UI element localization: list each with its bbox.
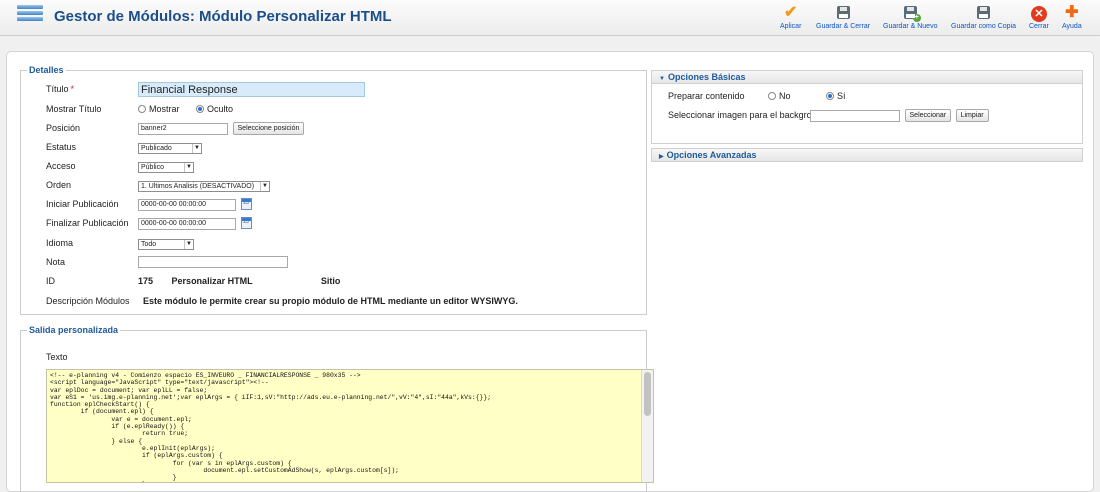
title-label: Título * xyxy=(46,84,75,94)
toolbar: Gestor de Módulos: Módulo Personalizar H… xyxy=(0,0,1100,36)
show-radio[interactable]: Mostrar xyxy=(138,104,180,114)
triangle-down-icon: ▼ xyxy=(659,76,665,82)
access-select[interactable]: Público ▼ xyxy=(138,162,194,173)
calendar-icon[interactable]: 23 xyxy=(240,198,252,210)
required-marker: * xyxy=(70,84,75,94)
custom-output-legend: Salida personalizada xyxy=(29,325,119,335)
end-publish-controls: 23 xyxy=(138,217,252,230)
access-row: Acceso Público ▼ xyxy=(46,159,194,175)
status-label: Estatus xyxy=(46,142,77,152)
close-icon: ✕ xyxy=(1029,3,1049,22)
content-area: Detalles Título* Mostrar Título Mostrar … xyxy=(6,51,1094,492)
status-select[interactable]: Publicado ▼ xyxy=(138,143,202,154)
basic-options-header[interactable]: ▼ Opciones Básicas xyxy=(651,70,1083,84)
order-select[interactable]: 1. Ultimos Analisis (DESACTIVADO) ▼ xyxy=(138,181,270,192)
details-legend: Detalles xyxy=(29,65,64,75)
id-label: ID xyxy=(46,276,55,286)
save-new-button[interactable]: + Guardar & Nuevo xyxy=(883,3,937,30)
radio-on-icon xyxy=(196,105,205,113)
calendar-icon[interactable]: 23 xyxy=(240,217,252,229)
save-close-icon xyxy=(816,3,870,22)
language-row: Idioma Todo ▼ xyxy=(46,236,194,252)
help-icon: ✚ xyxy=(1065,4,1079,21)
show-title-label: Mostrar Título xyxy=(46,104,102,114)
save-copy-icon xyxy=(951,3,1016,22)
background-image-input[interactable] xyxy=(810,109,900,122)
page-title: Gestor de Módulos: Módulo Personalizar H… xyxy=(54,8,392,25)
html-code: <!-- e-planning v4 - Comienzo espacio ES… xyxy=(50,372,492,482)
order-row: Orden 1. Ultimos Analisis (DESACTIVADO) ▼ xyxy=(46,178,270,194)
checkmark-icon: ✔ xyxy=(784,4,798,21)
save-new-icon: + xyxy=(883,3,937,22)
html-code-editor[interactable]: <!-- e-planning v4 - Comienzo espacio ES… xyxy=(46,369,654,483)
dropdown-arrow-icon: ▼ xyxy=(260,182,269,191)
dropdown-arrow-icon: ▼ xyxy=(184,240,193,249)
save-close-button[interactable]: Guardar & Cerrar xyxy=(816,3,870,30)
triangle-right-icon: ▶ xyxy=(659,154,664,160)
details-fieldset: Detalles Título* Mostrar Título Mostrar … xyxy=(20,65,647,315)
show-title-options: Mostrar Oculto xyxy=(138,104,233,114)
clear-image-button[interactable]: Limpiar xyxy=(955,109,989,122)
close-label: Cerrar xyxy=(1029,23,1049,30)
status-row: Estatus Publicado ▼ xyxy=(46,140,202,156)
basic-options-body: Preparar contenido No Sí Seleccionar ima… xyxy=(651,84,1083,144)
end-publish-label: Finalizar Publicación xyxy=(46,218,129,228)
save-close-label: Guardar & Cerrar xyxy=(816,23,871,30)
note-input[interactable] xyxy=(138,256,288,268)
title-input[interactable] xyxy=(138,82,365,97)
description-label: Descripción Módulos xyxy=(46,296,130,306)
save-new-label: Guardar & Nuevo xyxy=(883,23,938,30)
select-image-button[interactable]: Seleccionar xyxy=(904,109,952,122)
start-publish-input[interactable] xyxy=(138,198,236,211)
position-controls: Seleccione posición xyxy=(138,122,305,135)
radio-off-icon xyxy=(138,105,146,113)
radio-on-icon xyxy=(826,92,834,100)
prepare-yes-radio[interactable]: Sí xyxy=(826,91,846,101)
help-label: Ayuda xyxy=(1062,23,1082,30)
start-publish-controls: 23 xyxy=(138,198,252,211)
apply-button[interactable]: ✔ Aplicar xyxy=(780,3,801,30)
advanced-options-header[interactable]: ▶ Opciones Avanzadas xyxy=(651,148,1083,162)
order-label: Orden xyxy=(46,180,72,190)
position-input[interactable] xyxy=(138,122,228,135)
end-publish-input[interactable] xyxy=(138,217,236,230)
dropdown-arrow-icon: ▼ xyxy=(192,144,201,153)
radio-off-icon xyxy=(768,92,776,100)
position-label: Posición xyxy=(46,123,81,133)
prepare-content-label: Preparar contenido xyxy=(668,91,745,101)
text-label: Texto xyxy=(46,352,68,362)
language-select[interactable]: Todo ▼ xyxy=(138,239,194,250)
help-button[interactable]: ✚ Ayuda xyxy=(1062,3,1082,30)
select-position-button[interactable]: Seleccione posición xyxy=(232,122,305,135)
background-image-label: Seleccionar imagen para el background xyxy=(668,110,827,120)
module-type: Personalizar HTML xyxy=(171,276,253,286)
prepare-no-radio[interactable]: No xyxy=(768,91,791,101)
custom-output-fieldset: Salida personalizada Texto <!-- e-planni… xyxy=(20,325,654,492)
close-button[interactable]: ✕ Cerrar xyxy=(1029,3,1049,30)
module-site: Sitio xyxy=(320,276,341,286)
description-value: Este módulo le permite crear su propio m… xyxy=(143,296,518,306)
scrollbar-thumb[interactable] xyxy=(644,372,651,416)
background-image-controls: Seleccionar Limpiar xyxy=(810,109,989,122)
note-label: Nota xyxy=(46,257,66,267)
module-manager-icon xyxy=(17,5,43,27)
language-label: Idioma xyxy=(46,238,74,248)
editor-scrollbar[interactable] xyxy=(641,370,653,482)
hide-radio[interactable]: Oculto xyxy=(196,104,233,114)
dropdown-arrow-icon: ▼ xyxy=(184,163,193,172)
save-copy-label: Guardar como Copia xyxy=(951,23,1016,30)
save-copy-button[interactable]: Guardar como Copia xyxy=(951,3,1016,30)
access-label: Acceso xyxy=(46,161,76,171)
id-info: 175 Personalizar HTML Sitio xyxy=(138,276,340,286)
id-value: 175 xyxy=(138,276,154,286)
start-publish-label: Iniciar Publicación xyxy=(46,199,119,209)
apply-label: Aplicar xyxy=(780,23,802,30)
